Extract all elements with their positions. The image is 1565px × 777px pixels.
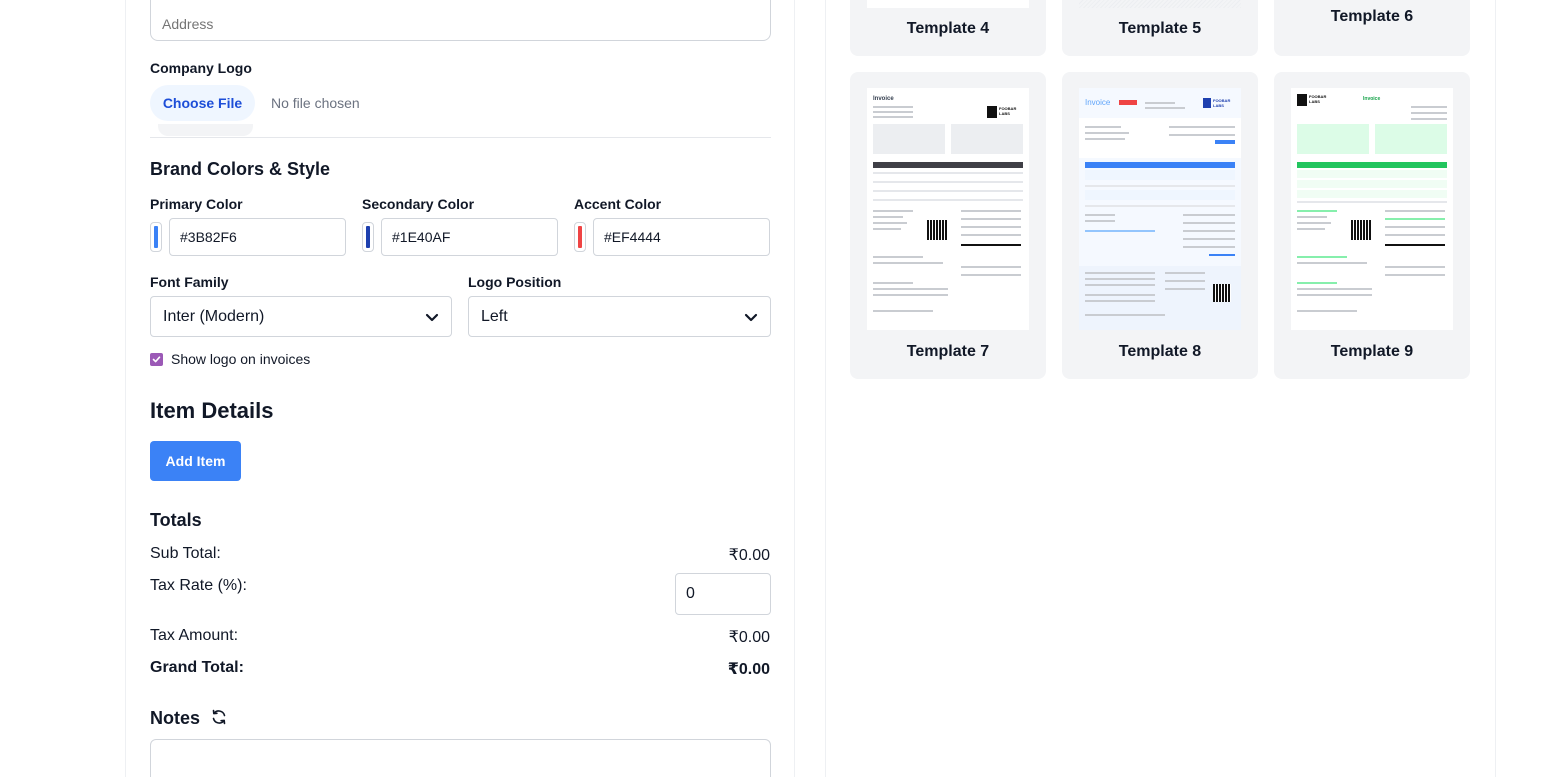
choose-file-button[interactable]: Choose File [150,85,255,121]
subtotal-value: ₹0.00 [728,547,770,564]
secondary-color-swatch[interactable] [362,222,374,252]
template-preview-7: Invoice FOOBAR LABS [867,88,1029,330]
tax-amount-value: ₹0.00 [728,629,770,646]
show-logo-option[interactable]: Show logo on invoices [150,351,310,367]
template-label: Template 5 [1118,20,1202,37]
grand-total-value: ₹0.00 [727,661,770,678]
preview-logo-mark [1297,94,1307,106]
template-label: Template 7 [906,343,990,360]
primary-color-label: Primary Color [150,196,243,212]
add-item-button[interactable]: Add Item [150,441,241,481]
font-family-label: Font Family [150,274,229,290]
accent-color-input[interactable] [593,218,770,256]
subtotal-label: Sub Total: [150,545,221,562]
template-gallery-panel: Template 4 Template 5 Template 6 Invoice… [825,0,1496,777]
template-label: Template 6 [1330,8,1414,25]
tax-rate-input[interactable] [675,573,771,615]
primary-color-picker [150,218,346,256]
preview-title: Invoice [1085,98,1111,107]
invoice-form-panel: Company Logo Choose File No file chosen … [125,0,795,777]
grand-total-label: Grand Total: [150,659,244,676]
accent-color-label: Accent Color [574,196,662,212]
secondary-color-label: Secondary Color [362,196,475,212]
template-preview-5 [1079,0,1241,8]
show-logo-label: Show logo on invoices [171,351,311,367]
logo-position-label: Logo Position [468,274,562,290]
template-card-4[interactable]: Template 4 [850,0,1046,56]
template-preview-9: FOOBAR LABS Invoice [1291,88,1453,330]
address-input[interactable] [150,0,771,41]
template-preview-4 [867,0,1029,8]
template-label: Template 4 [906,20,990,37]
refresh-icon[interactable] [211,709,227,725]
accent-color-picker [574,218,770,256]
template-card-7[interactable]: Invoice FOOBAR LABS Template 7 [850,72,1046,379]
totals-heading: Totals [150,510,202,530]
logo-position-select[interactable]: Left [468,296,771,337]
notes-heading: Notes [150,708,201,728]
primary-color-input[interactable] [169,218,346,256]
preview-logo-mark [987,106,997,118]
accent-color-swatch[interactable] [574,222,586,252]
logo-position-value: Left [481,307,508,325]
template-card-6[interactable]: Template 6 [1274,0,1470,56]
preview-logo-text: FOOBAR LABS [1309,94,1327,104]
template-card-9[interactable]: FOOBAR LABS Invoice Template 9 [1274,72,1470,379]
font-family-select[interactable]: Inter (Modern) [150,296,452,337]
template-label: Template 9 [1330,343,1414,360]
secondary-color-input[interactable] [381,218,558,256]
template-label: Template 8 [1118,343,1202,360]
template-card-8[interactable]: Invoice FOOBAR LABS Template 8 [1062,72,1258,379]
secondary-color-picker [362,218,558,256]
section-divider [150,137,771,138]
preview-title: Invoice [1363,96,1381,102]
tax-rate-label: Tax Rate (%): [150,577,247,594]
no-file-text: No file chosen [271,95,360,111]
company-logo-label: Company Logo [150,60,252,76]
file-button-shadow [158,124,253,136]
template-card-5[interactable]: Template 5 [1062,0,1258,56]
check-icon [152,355,161,362]
notes-textarea[interactable] [150,739,771,777]
item-details-heading: Item Details [150,398,274,423]
tax-amount-label: Tax Amount: [150,627,239,644]
chevron-down-icon [744,313,758,321]
preview-logo-text: FOOBAR LABS [1213,98,1231,108]
preview-title: Invoice [873,96,894,102]
font-family-value: Inter (Modern) [163,307,265,325]
preview-logo-text: FOOBAR LABS [999,106,1017,116]
primary-color-swatch[interactable] [150,222,162,252]
template-preview-8: Invoice FOOBAR LABS [1079,88,1241,330]
show-logo-checkbox[interactable] [150,352,163,366]
brand-colors-heading: Brand Colors & Style [150,159,331,179]
chevron-down-icon [425,313,439,321]
logo-file-picker: Choose File No file chosen [150,85,360,121]
